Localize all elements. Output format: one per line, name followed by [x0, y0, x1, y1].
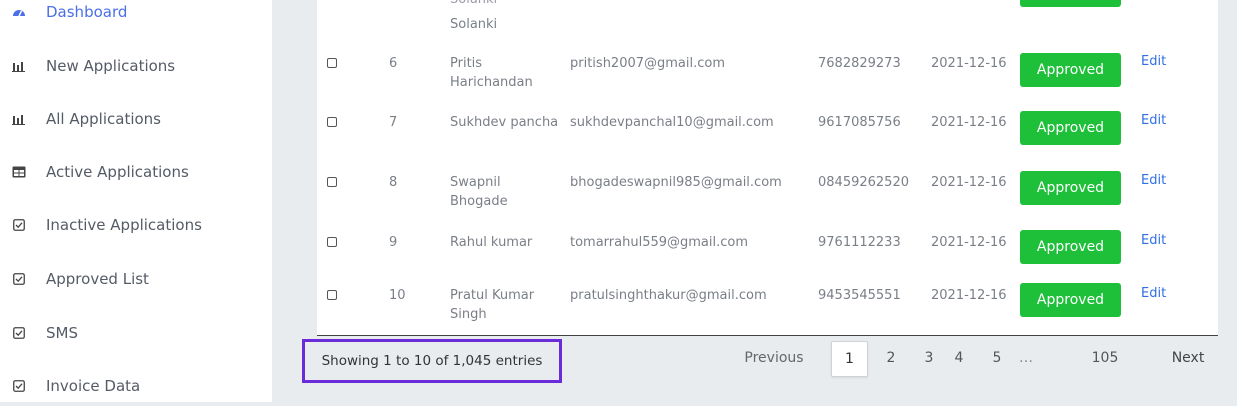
- bar-chart-icon: [12, 112, 26, 126]
- serial-cell: 7: [389, 115, 398, 130]
- edit-link[interactable]: Edit: [1141, 54, 1166, 69]
- email-cell: bhogadeswapnil985@gmail.com: [570, 175, 782, 190]
- table-info-text: Showing 1 to 10 of 1,045 entries: [321, 353, 543, 369]
- checkbox-icon: [12, 326, 26, 340]
- email-cell: pritish2007@gmail.com: [570, 56, 726, 71]
- sidebar-item-invoice-data[interactable]: Invoice Data: [0, 366, 272, 406]
- applications-table: Solanki Solanki 6 Pritis Harichandan pri…: [317, 0, 1218, 336]
- main-content: Solanki Solanki 6 Pritis Harichandan pri…: [272, 0, 1237, 402]
- serial-cell: 9: [389, 235, 398, 250]
- name-cell: Rahul kumar: [450, 235, 533, 250]
- row-checkbox[interactable]: [327, 237, 337, 247]
- serial-cell: 8: [389, 175, 398, 190]
- name-cell: Sukhdev pancha: [450, 115, 559, 130]
- table-icon: [12, 165, 26, 179]
- sidebar-item-label: Active Applications: [46, 163, 189, 181]
- sidebar: Dashboard New Applications All Applicati…: [0, 0, 272, 402]
- edit-link[interactable]: Edit: [1141, 173, 1166, 188]
- pagination-page-5[interactable]: 5: [987, 341, 1007, 375]
- sidebar-item-label: New Applications: [46, 57, 176, 75]
- sidebar-item-label: Inactive Applications: [46, 216, 202, 234]
- bar-chart-icon: [12, 59, 26, 73]
- approved-button[interactable]: Approved: [1020, 111, 1121, 145]
- name-cell: Pratul Kumar Singh: [450, 288, 535, 322]
- email-cell: tomarrahul559@gmail.com: [570, 235, 749, 250]
- sidebar-item-dashboard[interactable]: Dashboard: [0, 0, 272, 32]
- date-cell: 2021-12-16: [931, 115, 1007, 130]
- sidebar-item-label: SMS: [46, 324, 78, 342]
- approved-button[interactable]: Approved: [1020, 171, 1121, 205]
- sidebar-item-sms[interactable]: SMS: [0, 313, 272, 353]
- checkbox-icon: [12, 379, 26, 393]
- sidebar-item-label: All Applications: [46, 110, 161, 128]
- checkbox-icon: [12, 272, 26, 286]
- date-cell: 2021-12-16: [931, 175, 1007, 190]
- row-checkbox[interactable]: [327, 290, 337, 300]
- date-cell: 2021-12-16: [931, 288, 1007, 303]
- name-cell: Solanki: [450, 17, 498, 32]
- pagination-page-4[interactable]: 4: [949, 341, 969, 375]
- name-cell: Solanki: [450, 0, 497, 9]
- phone-cell: 08459262520: [818, 175, 909, 190]
- checkbox-icon: [12, 218, 26, 232]
- sidebar-item-label: Invoice Data: [46, 377, 141, 395]
- approved-button[interactable]: [1020, 0, 1121, 7]
- sidebar-item-all-applications[interactable]: All Applications: [0, 99, 272, 139]
- approved-button[interactable]: Approved: [1020, 53, 1121, 87]
- pagination-page-105[interactable]: 105: [1088, 341, 1122, 375]
- pagination-page-3[interactable]: 3: [919, 341, 939, 375]
- dashboard-gauge-icon: [12, 5, 26, 19]
- sidebar-item-label: Approved List: [46, 270, 149, 288]
- phone-cell: 9617085756: [818, 115, 901, 130]
- phone-cell: 9761112233: [818, 235, 901, 250]
- row-checkbox[interactable]: [327, 117, 337, 127]
- approved-button[interactable]: Approved: [1020, 230, 1121, 264]
- email-cell: pratulsinghthakur@gmail.com: [570, 288, 767, 303]
- name-cell: Pritis Harichandan: [450, 56, 533, 90]
- name-cell: Swapnil Bhogade: [450, 175, 508, 209]
- pagination-ellipsis: …: [1019, 350, 1033, 366]
- row-checkbox[interactable]: [327, 58, 337, 68]
- pagination-previous[interactable]: Previous: [734, 341, 814, 375]
- edit-link[interactable]: Edit: [1141, 113, 1166, 128]
- sidebar-item-inactive-applications[interactable]: Inactive Applications: [0, 205, 272, 245]
- phone-cell: 7682829273: [818, 56, 901, 71]
- edit-link[interactable]: Edit: [1141, 233, 1166, 248]
- email-cell: sukhdevpanchal10@gmail.com: [570, 115, 774, 130]
- table-info-highlight: Showing 1 to 10 of 1,045 entries: [302, 339, 562, 383]
- sidebar-item-active-applications[interactable]: Active Applications: [0, 152, 272, 192]
- date-cell: 2021-12-16: [931, 56, 1007, 71]
- date-cell: 2021-12-16: [931, 235, 1007, 250]
- pagination-page-2[interactable]: 2: [881, 341, 901, 375]
- approved-button[interactable]: Approved: [1020, 283, 1121, 317]
- serial-cell: 10: [389, 288, 406, 303]
- serial-cell: 6: [389, 56, 398, 71]
- sidebar-item-new-applications[interactable]: New Applications: [0, 46, 272, 86]
- row-checkbox[interactable]: [327, 177, 337, 187]
- sidebar-item-label: Dashboard: [46, 3, 128, 21]
- pagination-next[interactable]: Next: [1160, 341, 1216, 375]
- phone-cell: 9453545551: [818, 288, 901, 303]
- sidebar-item-approved-list[interactable]: Approved List: [0, 259, 272, 299]
- edit-link[interactable]: Edit: [1141, 286, 1166, 301]
- pagination-page-1[interactable]: 1: [831, 341, 868, 377]
